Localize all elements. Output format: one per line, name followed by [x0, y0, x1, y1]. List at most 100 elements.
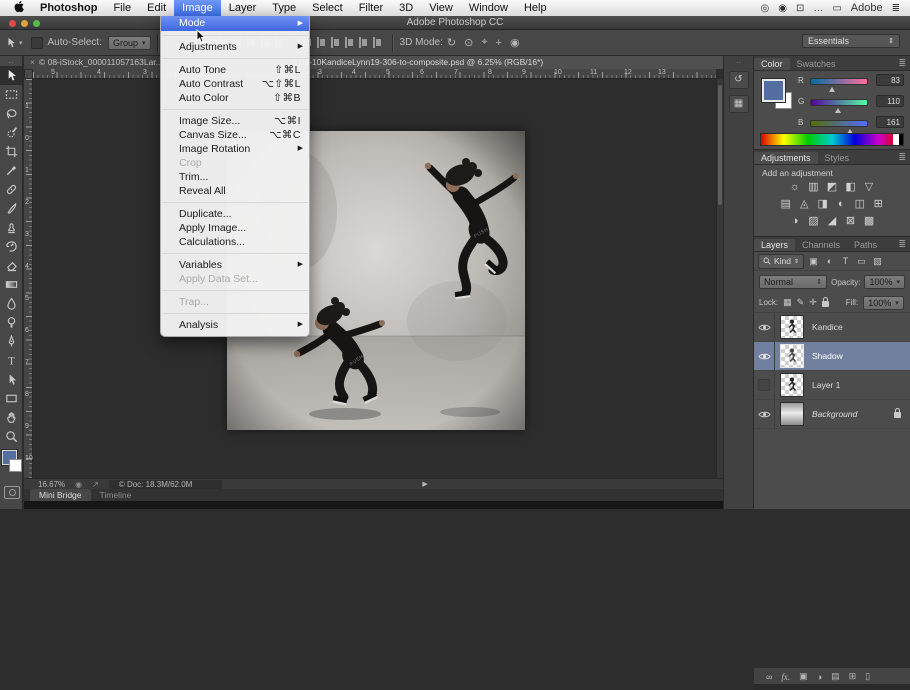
red-slider[interactable]: [810, 78, 868, 85]
visibility-toggle[interactable]: [754, 342, 775, 370]
3d-pan-icon[interactable]: ⌖: [481, 36, 487, 49]
type-tool[interactable]: T: [0, 351, 22, 370]
properties-panel-icon[interactable]: ▦: [729, 95, 749, 113]
toolbar-handle[interactable]: ‥: [0, 56, 22, 66]
menu-item-reveal-all[interactable]: Reveal All: [161, 184, 309, 198]
channel-mixer-icon[interactable]: ◫: [852, 196, 868, 212]
3d-camera-icon[interactable]: ◉: [510, 36, 520, 49]
quick-select-tool[interactable]: [0, 123, 22, 142]
marquee-tool[interactable]: [0, 85, 22, 104]
menu-view[interactable]: View: [421, 0, 461, 16]
dodge-tool[interactable]: [0, 313, 22, 332]
clone-stamp-tool[interactable]: [0, 218, 22, 237]
display-icon[interactable]: ▭: [832, 3, 841, 14]
tab-swatches[interactable]: Swatches: [790, 58, 843, 70]
black-white-icon[interactable]: ◨: [815, 196, 831, 212]
layer-thumbnail[interactable]: [780, 344, 804, 368]
filter-type-layers-icon[interactable]: T: [839, 256, 852, 266]
menu-item-auto-color[interactable]: Auto Color⇧⌘B: [161, 91, 309, 105]
distribute-middle-icon[interactable]: [317, 37, 329, 48]
menu-item-image-size[interactable]: Image Size...⌥⌘I: [161, 114, 309, 128]
tab-channels[interactable]: Channels: [795, 239, 847, 251]
crop-tool[interactable]: [0, 142, 22, 161]
auto-select-dropdown[interactable]: Group▾: [108, 36, 151, 50]
menu-photoshop[interactable]: Photoshop: [32, 0, 105, 16]
share-icon[interactable]: ↗: [92, 480, 99, 489]
layer-row-layer1[interactable]: Layer 1: [754, 371, 910, 400]
distribute-center-icon[interactable]: [359, 37, 371, 48]
panel-menu-icon[interactable]: ≣: [898, 58, 906, 69]
add-layer-mask-icon[interactable]: ▣: [799, 671, 808, 682]
menu-select[interactable]: Select: [304, 0, 351, 16]
photo-filter-icon[interactable]: ◐: [833, 196, 849, 212]
green-value-field[interactable]: 110: [876, 95, 904, 107]
pen-tool[interactable]: [0, 332, 22, 351]
filter-shape-layers-icon[interactable]: ▭: [855, 256, 868, 267]
lasso-tool[interactable]: [0, 104, 22, 123]
tab-color[interactable]: Color: [754, 58, 790, 70]
document-size-info[interactable]: © Doc: 18.3M/62.0M: [109, 480, 222, 489]
menu-item-auto-contrast[interactable]: Auto Contrast⌥⇧⌘L: [161, 77, 309, 91]
tab-adjustments[interactable]: Adjustments: [754, 152, 818, 164]
panel-menu-icon[interactable]: ≣: [898, 152, 906, 163]
shape-tool[interactable]: [0, 389, 22, 408]
exposure-icon[interactable]: ◧: [843, 179, 859, 195]
menu-item-image-rotation[interactable]: Image Rotation▶: [161, 142, 309, 156]
menu-item-variables[interactable]: Variables▶: [161, 258, 309, 272]
filter-smart-objects-icon[interactable]: ▧: [871, 256, 884, 267]
workspace-switcher[interactable]: Essentials⇕: [802, 34, 900, 48]
color-spectrum-ramp[interactable]: [760, 133, 904, 146]
tab-mini-bridge[interactable]: Mini Bridge: [30, 489, 91, 501]
hue-saturation-icon[interactable]: ▤: [778, 196, 794, 212]
visibility-toggle[interactable]: [754, 371, 775, 399]
delete-layer-icon[interactable]: ▯: [865, 671, 870, 682]
new-group-icon[interactable]: ▤: [831, 671, 840, 682]
green-slider-thumb[interactable]: [835, 105, 841, 113]
menu-item-trim[interactable]: Trim...: [161, 170, 309, 184]
threshold-icon[interactable]: ◢: [824, 213, 840, 229]
tab-timeline[interactable]: Timeline: [91, 489, 141, 501]
layer-row-shadow[interactable]: Shadow: [754, 342, 910, 371]
visibility-toggle[interactable]: [754, 313, 775, 341]
3d-slide-icon[interactable]: +: [496, 37, 502, 49]
layer-styles-icon[interactable]: fx.: [781, 672, 790, 682]
new-layer-icon[interactable]: ⊞: [849, 671, 857, 682]
zoom-tool[interactable]: [0, 427, 22, 446]
history-panel-icon[interactable]: ↺: [729, 71, 749, 89]
menu-filter[interactable]: Filter: [351, 0, 391, 16]
zoom-level-field[interactable]: 16.67%: [38, 480, 65, 489]
menu-file[interactable]: File: [105, 0, 139, 16]
menu-item-calculations[interactable]: Calculations...: [161, 235, 309, 249]
layer-thumbnail[interactable]: [780, 373, 804, 397]
menu-list-icon[interactable]: ≣: [892, 3, 900, 14]
menu-type[interactable]: Type: [264, 0, 304, 16]
screen-share-icon[interactable]: ⊡: [796, 3, 804, 14]
color-lookup-icon[interactable]: ⊞: [870, 196, 886, 212]
menu-item-canvas-size[interactable]: Canvas Size...⌥⌘C: [161, 128, 309, 142]
blend-mode-dropdown[interactable]: Normal⇕: [759, 275, 827, 289]
gradient-tool[interactable]: [0, 275, 22, 294]
panel-menu-icon[interactable]: ≣: [898, 239, 906, 250]
path-select-tool[interactable]: [0, 370, 22, 389]
history-brush-tool[interactable]: [0, 237, 22, 256]
filter-pixel-layers-icon[interactable]: ▣: [807, 256, 820, 267]
eraser-tool[interactable]: [0, 256, 22, 275]
vibrance-icon[interactable]: ▽: [861, 179, 877, 195]
tab-layers[interactable]: Layers: [754, 239, 795, 251]
lock-all-icon[interactable]: [822, 301, 829, 307]
gradient-map-icon[interactable]: ▩: [861, 213, 877, 229]
canvas-area[interactable]: PUSH PUSH: [33, 79, 716, 478]
brightness-contrast-icon[interactable]: ☼: [787, 179, 803, 195]
link-layers-icon[interactable]: ∞: [766, 672, 772, 682]
sphere-icon[interactable]: ◎: [760, 3, 769, 14]
selective-color-icon[interactable]: ⊠: [843, 213, 859, 229]
tool-preset-icon[interactable]: ▾: [5, 37, 23, 49]
document-tab-2[interactable]: © 09-10KandiceLynn19-306-to-composite.ps…: [285, 56, 733, 69]
scrollbar-thumb[interactable]: [718, 85, 722, 205]
lock-position-icon[interactable]: ✛: [809, 297, 817, 308]
opacity-field[interactable]: 100%▾: [864, 275, 905, 289]
3d-roll-icon[interactable]: ⊙: [464, 36, 473, 49]
menu-image[interactable]: Image: [174, 0, 221, 16]
visibility-toggle[interactable]: [754, 400, 775, 428]
invert-icon[interactable]: ◑: [787, 213, 803, 229]
